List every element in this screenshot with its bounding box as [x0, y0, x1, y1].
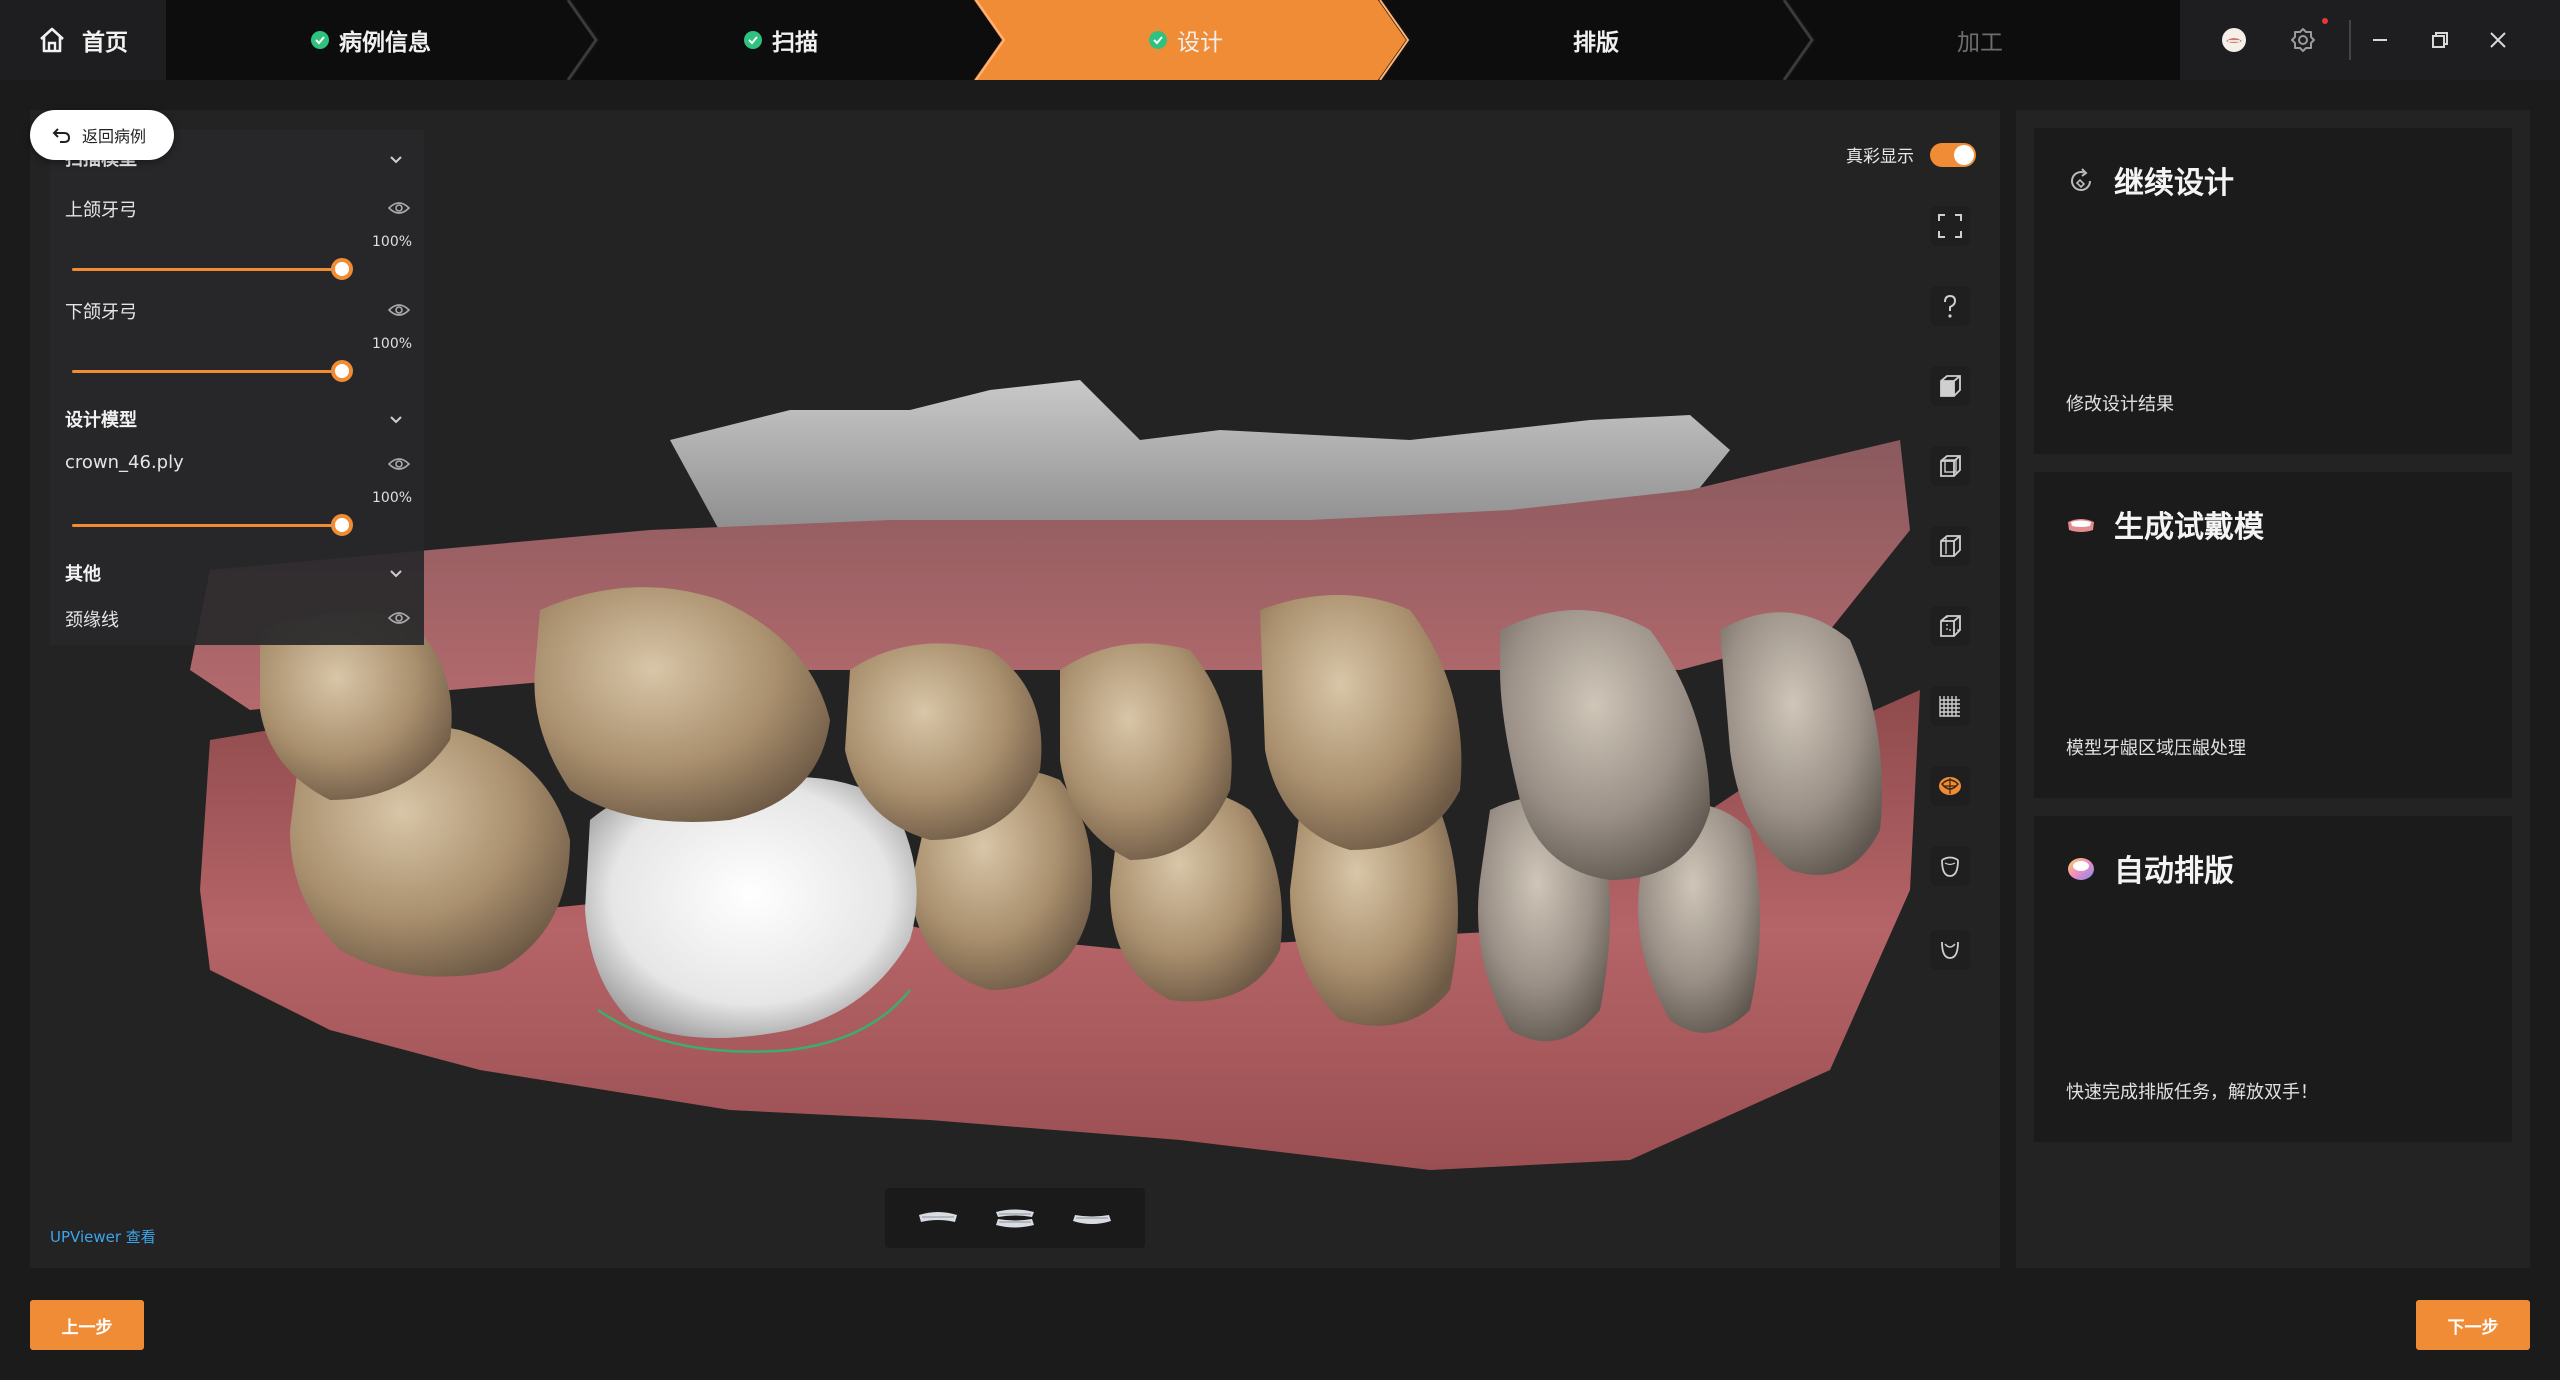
- opacity-slider[interactable]: [72, 268, 342, 271]
- try-in-model-icon: [2068, 519, 2094, 532]
- help-icon[interactable]: [1930, 286, 1970, 326]
- card-title: 生成试戴模: [2114, 510, 2264, 545]
- step-machining: 加工: [1800, 0, 2160, 80]
- card-title: 继续设计: [2114, 166, 2234, 201]
- left-view-cube-icon[interactable]: [1930, 446, 1970, 486]
- opacity-value: 100%: [372, 234, 413, 250]
- step-label: 扫描: [772, 30, 818, 56]
- step-label: 设计: [1177, 30, 1223, 56]
- card-description: 快速完成排版任务，解放双手！: [2066, 1082, 2318, 1103]
- settings-icon[interactable]: [2285, 22, 2321, 58]
- true-color-toggle-group: 真彩显示: [1846, 142, 1976, 167]
- check-icon: [744, 31, 762, 49]
- opacity-slider[interactable]: [72, 370, 342, 373]
- auto-layout-icon: [2068, 858, 2094, 880]
- card-description: 模型牙龈区域压龈处理: [2066, 738, 2246, 759]
- home-icon: [40, 27, 64, 53]
- action-cards-panel: 继续设计 修改设计结果 生成试戴模 模型牙龈区域压龈处理 自动排版 快速完成排版…: [2016, 110, 2530, 1268]
- card-description: 修改设计结果: [2066, 394, 2174, 415]
- card-title: 自动排版: [2114, 854, 2234, 889]
- layers-panel: 扫描模型 上颌牙弓 100% 下颌牙弓 100% 设计模型 crown_46.p…: [50, 130, 424, 645]
- lower-arch-view-icon[interactable]: [1070, 1205, 1114, 1231]
- layer-name: 下颌牙弓: [65, 302, 137, 323]
- redesign-icon: [2071, 168, 2091, 191]
- layer-name: 颈缘线: [65, 610, 119, 631]
- slider-thumb[interactable]: [331, 258, 353, 280]
- restore-icon[interactable]: [2422, 22, 2458, 58]
- auto-layout-card[interactable]: 自动排版 快速完成排版任务，解放双手！: [2034, 816, 2512, 1142]
- fullscreen-icon[interactable]: [1930, 206, 1970, 246]
- user-avatar-icon[interactable]: [2216, 22, 2252, 58]
- step-label: 加工: [1957, 30, 2003, 56]
- generate-try-in-model-card[interactable]: 生成试戴模 模型牙龈区域压龈处理: [2034, 472, 2512, 798]
- chevron-down-icon[interactable]: [386, 150, 406, 170]
- lower-jaw-icon[interactable]: [1930, 930, 1970, 970]
- minimize-icon[interactable]: [2362, 22, 2398, 58]
- occlusion-map-icon[interactable]: [1930, 766, 1970, 806]
- previous-step-button[interactable]: 上一步: [30, 1300, 144, 1350]
- close-icon[interactable]: [2480, 22, 2516, 58]
- upper-arch-view-icon[interactable]: [916, 1205, 960, 1231]
- step-design[interactable]: 设计: [986, 0, 1386, 80]
- layer-name: 上颌牙弓: [65, 200, 137, 221]
- check-icon: [1149, 31, 1167, 49]
- upper-jaw-icon[interactable]: [1930, 846, 1970, 886]
- chevron-down-icon[interactable]: [386, 410, 406, 430]
- home-button[interactable]: 首页: [0, 0, 166, 80]
- app-window: 首页 病例信息 扫描 设计 排版 加工 上颌牙弓 100% 下颌牙弓 100% …: [0, 0, 2560, 1380]
- undo-arrow-icon: [52, 128, 71, 143]
- front-view-cube-icon[interactable]: [1930, 366, 1970, 406]
- both-arches-view-icon[interactable]: [993, 1205, 1037, 1231]
- opacity-value: 100%: [372, 336, 413, 352]
- back-to-case-label: 返回病例: [82, 127, 147, 146]
- other-section-title: 其他: [65, 564, 101, 585]
- upviewer-link[interactable]: UPViewer 查看: [50, 1226, 156, 1247]
- eye-icon[interactable]: [388, 610, 410, 626]
- back-to-case-button[interactable]: 返回病例: [30, 110, 174, 160]
- step-layout[interactable]: 排版: [1396, 0, 1796, 80]
- back-view-cube-icon[interactable]: [1930, 606, 1970, 646]
- top-bar: 首页 病例信息 扫描 设计 排版 加工: [0, 0, 2560, 80]
- opacity-value: 100%: [372, 490, 413, 506]
- check-icon: [311, 31, 329, 49]
- eye-icon[interactable]: [388, 200, 410, 216]
- step-label: 病例信息: [339, 30, 431, 56]
- chevron-down-icon[interactable]: [386, 564, 406, 584]
- slider-thumb[interactable]: [331, 360, 353, 382]
- step-case-info[interactable]: 病例信息: [166, 0, 576, 80]
- opacity-slider[interactable]: [72, 524, 342, 527]
- eye-icon[interactable]: [388, 456, 410, 472]
- step-scan[interactable]: 扫描: [576, 0, 986, 80]
- design-model-section-title: 设计模型: [65, 410, 137, 431]
- divider: [2349, 20, 2351, 60]
- 3d-viewport[interactable]: 扫描模型 上颌牙弓 100% 下颌牙弓 100% 设计模型 crown_46.p…: [30, 110, 2000, 1268]
- step-label: 排版: [1573, 30, 1619, 56]
- true-color-label: 真彩显示: [1846, 147, 1914, 167]
- layer-name: crown_46.ply: [65, 452, 184, 473]
- next-step-button[interactable]: 下一步: [2416, 1300, 2530, 1350]
- true-color-toggle[interactable]: [1930, 142, 1976, 167]
- eye-icon[interactable]: [388, 302, 410, 318]
- grid-icon[interactable]: [1930, 686, 1970, 726]
- continue-design-card[interactable]: 继续设计 修改设计结果: [2034, 128, 2512, 454]
- view-selector-bar: [885, 1188, 1145, 1248]
- slider-thumb[interactable]: [331, 514, 353, 536]
- home-label: 首页: [82, 30, 128, 56]
- right-view-cube-icon[interactable]: [1930, 526, 1970, 566]
- notification-dot: [2322, 18, 2328, 24]
